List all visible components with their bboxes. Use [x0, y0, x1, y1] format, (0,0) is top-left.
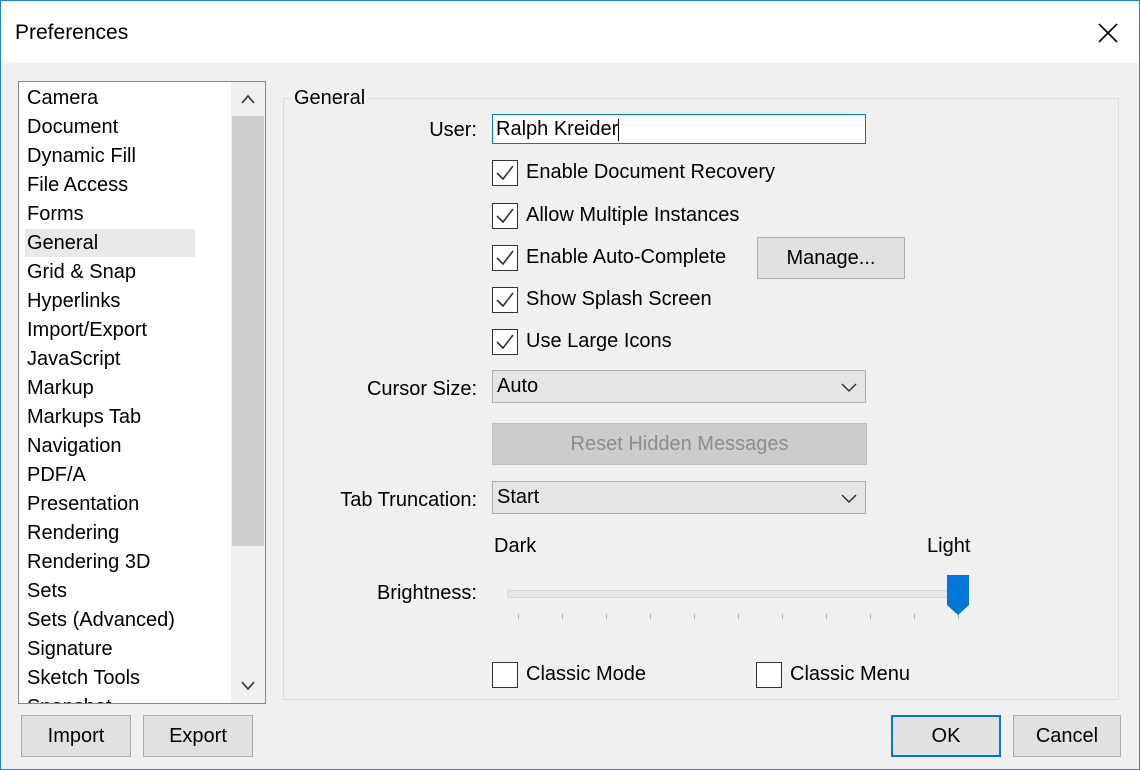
category-scrollbar[interactable] — [231, 82, 265, 703]
category-item[interactable]: File Access — [25, 171, 195, 199]
classic-menu-label: Classic Menu — [790, 663, 911, 685]
close-button[interactable] — [1081, 9, 1135, 57]
tab-truncation-label: Tab Truncation: — [340, 489, 477, 511]
slider-tick — [518, 614, 519, 619]
enable-auto-complete-label: Enable Auto-Complete — [526, 246, 727, 268]
category-item[interactable]: Markup — [25, 374, 195, 402]
scroll-up-button[interactable] — [231, 82, 265, 116]
category-item[interactable]: Hyperlinks — [25, 287, 195, 315]
slider-tick — [782, 614, 783, 619]
show-splash-screen-label: Show Splash Screen — [526, 288, 712, 310]
slider-max-label: Light — [927, 535, 971, 557]
brightness-slider-thumb[interactable] — [947, 575, 969, 615]
category-item[interactable]: Forms — [25, 200, 195, 228]
slider-tick — [650, 614, 651, 619]
category-item[interactable]: Camera — [25, 84, 195, 112]
checkmark-icon — [496, 208, 514, 224]
user-input[interactable]: Ralph Kreider — [492, 114, 866, 144]
category-item[interactable]: Sketch Tools — [25, 664, 195, 692]
classic-menu-checkbox[interactable] — [756, 662, 782, 688]
checkmark-icon — [496, 165, 514, 181]
slider-tick — [562, 614, 563, 619]
use-large-icons-label: Use Large Icons — [526, 330, 672, 352]
brightness-slider-track[interactable] — [507, 590, 959, 598]
checkmark-icon — [496, 334, 514, 350]
slider-tick — [914, 614, 915, 619]
preferences-dialog: Preferences Camera Document Dynamic Fill Fi… — [0, 0, 1140, 770]
chevron-up-icon — [241, 94, 255, 104]
category-item[interactable]: Navigation — [25, 432, 195, 460]
allow-multiple-instances-checkbox[interactable] — [492, 203, 518, 229]
category-item[interactable]: Signature — [25, 635, 195, 663]
cursor-size-value: Auto — [497, 375, 539, 397]
enable-auto-complete-checkbox[interactable] — [492, 245, 518, 271]
chevron-down-icon — [841, 383, 857, 393]
chevron-down-icon — [841, 494, 857, 504]
category-item[interactable]: Rendering 3D — [25, 548, 195, 576]
allow-multiple-instances-label: Allow Multiple Instances — [526, 204, 740, 226]
cursor-size-select[interactable]: Auto — [492, 370, 866, 403]
manage-button[interactable]: Manage... — [757, 237, 905, 279]
checkmark-icon — [496, 292, 514, 308]
category-item[interactable]: Snapshot — [25, 693, 195, 703]
chevron-down-icon — [241, 681, 255, 691]
user-input-value: Ralph Kreider — [496, 118, 619, 140]
category-item[interactable]: JavaScript — [25, 345, 195, 373]
ok-button[interactable]: OK — [891, 715, 1001, 757]
group-title: General — [291, 87, 369, 110]
reset-hidden-messages-button[interactable]: Reset Hidden Messages — [492, 423, 867, 465]
tab-truncation-value: Start — [497, 486, 540, 508]
checkmark-icon — [496, 250, 514, 266]
classic-mode-checkbox[interactable] — [492, 662, 518, 688]
scroll-down-button[interactable] — [231, 669, 265, 703]
slider-tick — [870, 614, 871, 619]
category-item[interactable]: Presentation — [25, 490, 195, 518]
window-title: Preferences — [15, 21, 129, 44]
enable-document-recovery-checkbox[interactable] — [492, 160, 518, 186]
title-bar: Preferences — [1, 1, 1139, 63]
use-large-icons-checkbox[interactable] — [492, 329, 518, 355]
slider-tick — [694, 614, 695, 619]
cancel-button[interactable]: Cancel — [1013, 715, 1121, 757]
category-item[interactable]: Sets (Advanced) — [25, 606, 195, 634]
close-icon — [1098, 23, 1118, 43]
category-item[interactable]: General — [25, 229, 195, 257]
export-button[interactable]: Export — [143, 715, 253, 757]
brightness-label: Brightness: — [376, 582, 477, 604]
slider-tick — [738, 614, 739, 619]
user-label: User: — [429, 119, 477, 141]
category-list[interactable]: Camera Document Dynamic Fill File Access For… — [18, 81, 266, 704]
category-item[interactable]: Dynamic Fill — [25, 142, 195, 170]
scroll-thumb[interactable] — [232, 116, 264, 546]
category-item[interactable]: Rendering — [25, 519, 195, 547]
slider-min-label: Dark — [494, 535, 537, 557]
slider-tick — [826, 614, 827, 619]
enable-document-recovery-label: Enable Document Recovery — [526, 161, 776, 183]
tab-truncation-select[interactable]: Start — [492, 481, 866, 514]
category-item[interactable]: Sets — [25, 577, 195, 605]
category-item[interactable]: Import/Export — [25, 316, 195, 344]
category-item[interactable]: Grid & Snap — [25, 258, 195, 286]
show-splash-screen-checkbox[interactable] — [492, 287, 518, 313]
classic-mode-label: Classic Mode — [526, 663, 647, 685]
category-item[interactable]: PDF/A — [25, 461, 195, 489]
slider-tick — [606, 614, 607, 619]
category-item[interactable]: Markups Tab — [25, 403, 195, 431]
import-button[interactable]: Import — [21, 715, 131, 757]
cursor-size-label: Cursor Size: — [366, 378, 477, 400]
category-item[interactable]: Document — [25, 113, 195, 141]
